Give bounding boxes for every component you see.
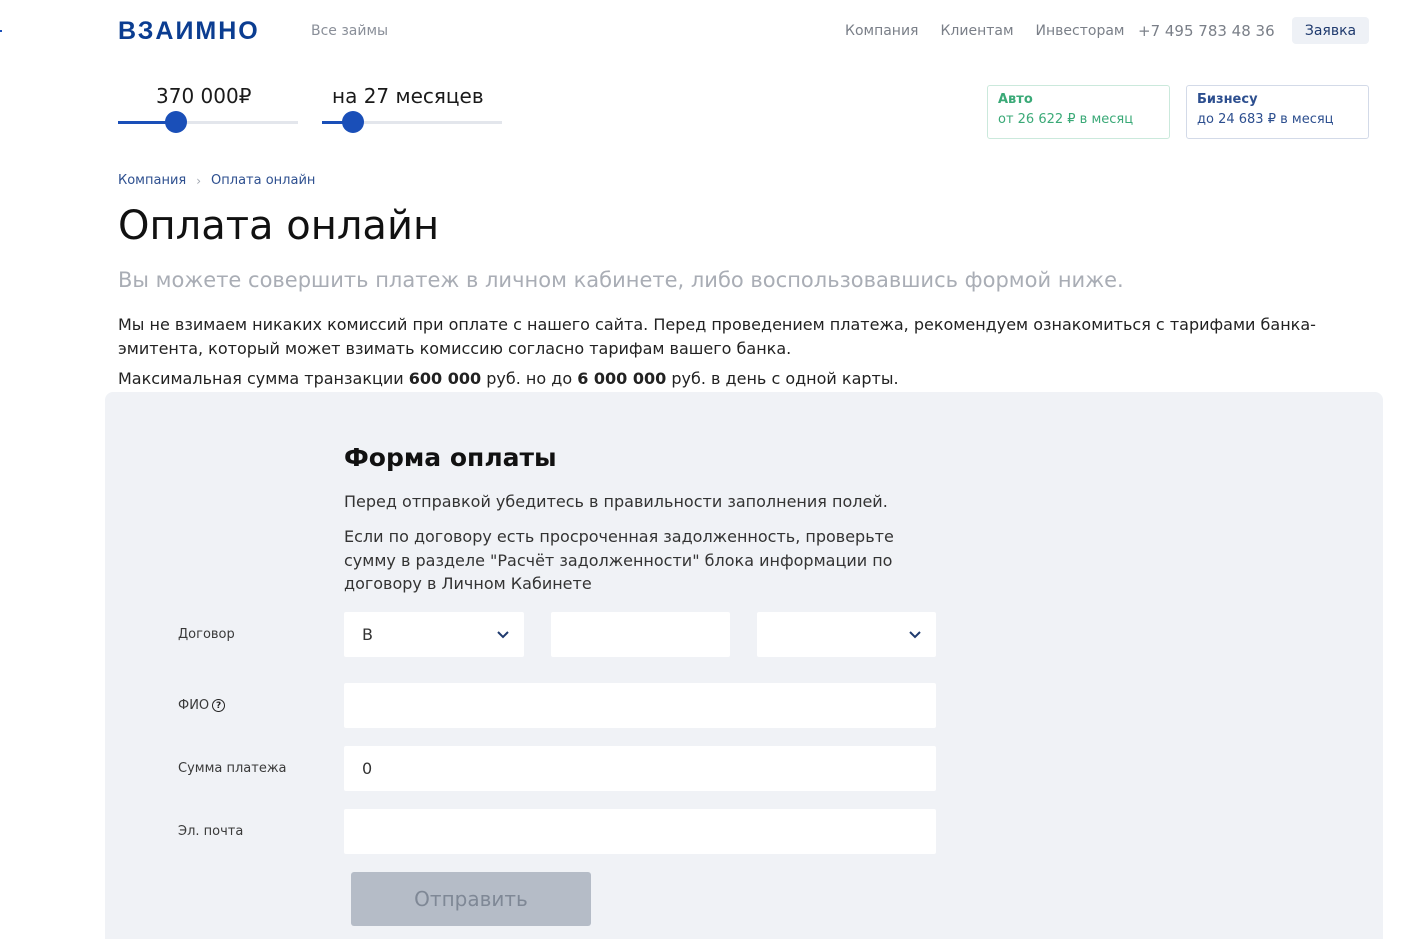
- form-title: Форма оплаты: [344, 443, 557, 472]
- help-icon[interactable]: ?: [212, 699, 226, 712]
- chevron-down-icon: [909, 631, 921, 639]
- submit-button[interactable]: Отправить: [351, 872, 591, 926]
- payment-amount-label: Сумма платежа: [178, 761, 287, 776]
- amount-slider-handle[interactable]: [165, 111, 187, 133]
- fio-label: ФИО ?: [178, 698, 226, 713]
- chevron-down-icon: [497, 631, 509, 639]
- all-loans-link[interactable]: Все займы: [311, 23, 388, 39]
- page-title: Оплата онлайн: [118, 203, 440, 249]
- offer-business-payment: до 24 683 ₽ в месяц: [1197, 112, 1334, 127]
- breadcrumb-item-company[interactable]: Компания: [118, 173, 186, 188]
- nav-item-investors[interactable]: Инвесторам: [1036, 23, 1125, 39]
- payment-amount-input[interactable]: 0: [344, 746, 936, 791]
- limit-max-value: 600 000: [408, 369, 482, 388]
- term-slider-track[interactable]: [322, 111, 502, 133]
- edge-marker: [0, 30, 2, 32]
- apply-button[interactable]: Заявка: [1292, 17, 1369, 44]
- limit-mid: руб. но до: [486, 369, 573, 388]
- form-debt-hint: Если по договору есть просроченная задол…: [344, 527, 894, 593]
- transaction-limit-info: Максимальная сумма транзакции 600 000 ру…: [118, 369, 899, 388]
- contract-number-input[interactable]: [551, 612, 730, 657]
- term-slider-handle[interactable]: [342, 111, 364, 133]
- payment-form-panel: [105, 392, 1383, 939]
- breadcrumb: Компания › Оплата онлайн: [118, 173, 315, 188]
- breadcrumb-item-current[interactable]: Оплата онлайн: [211, 173, 315, 188]
- site-logo[interactable]: ВЗАИМНО: [118, 17, 260, 46]
- amount-value: 370 000₽: [156, 84, 252, 108]
- contract-prefix-select[interactable]: В: [344, 612, 524, 657]
- limit-day-value: 6 000 000: [577, 369, 667, 388]
- amount-slider[interactable]: 370 000₽: [118, 84, 298, 134]
- offer-auto-title: Авто: [998, 92, 1033, 107]
- contract-label: Договор: [178, 627, 235, 642]
- nav-item-company[interactable]: Компания: [845, 23, 918, 39]
- payment-amount-value: 0: [362, 759, 373, 778]
- offer-auto-payment: от 26 622 ₽ в месяц: [998, 112, 1134, 127]
- phone-link[interactable]: +7 495 783 48 36: [1138, 22, 1275, 40]
- fio-input[interactable]: [344, 683, 936, 728]
- page-lead: Вы можете совершить платеж в личном каби…: [118, 268, 1124, 292]
- offer-business-title: Бизнесу: [1197, 92, 1258, 107]
- offer-card-business[interactable]: Бизнесу до 24 683 ₽ в месяц: [1186, 85, 1369, 139]
- term-value: на 27 месяцев: [332, 84, 484, 108]
- chevron-right-icon: ›: [196, 173, 202, 188]
- email-input[interactable]: [344, 809, 936, 854]
- contract-suffix-select[interactable]: [757, 612, 936, 657]
- nav-item-clients[interactable]: Клиентам: [940, 23, 1013, 39]
- limit-prefix: Максимальная сумма транзакции: [118, 369, 404, 388]
- main-nav: Компания Клиентам Инвесторам: [845, 23, 1124, 39]
- amount-slider-track[interactable]: [118, 111, 298, 133]
- form-hint: Перед отправкой убедитесь в правильности…: [344, 492, 888, 511]
- contract-prefix-value: В: [362, 625, 373, 644]
- offer-card-auto[interactable]: Авто от 26 622 ₽ в месяц: [987, 85, 1170, 139]
- term-slider[interactable]: на 27 месяцев: [322, 84, 502, 134]
- commission-info: Мы не взимаем никаких комиссий при оплат…: [118, 315, 1316, 358]
- limit-suffix: руб. в день с одной карты.: [671, 369, 899, 388]
- email-label: Эл. почта: [178, 824, 244, 839]
